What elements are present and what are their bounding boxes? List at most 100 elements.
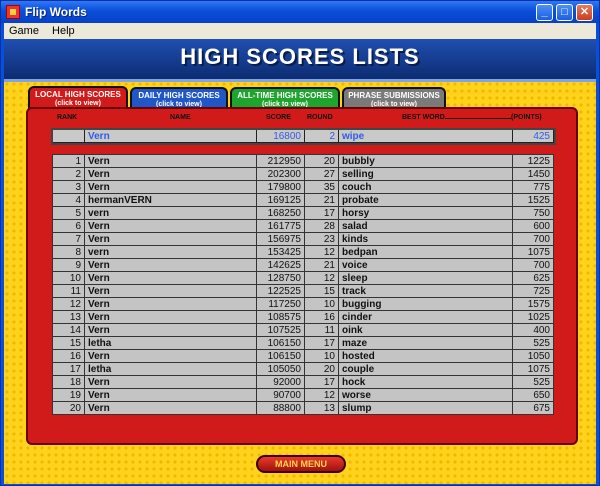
minimize-button[interactable]: _: [536, 4, 553, 21]
cell-round: 15: [304, 284, 339, 298]
cell-score: 122525: [256, 284, 305, 298]
table-row: 14 Vern 107525 11 oink 400: [52, 323, 554, 337]
cell-word: couple: [338, 362, 513, 376]
cell-score: 117250: [256, 297, 305, 311]
table-row: 1 Vern 212950 20 bubbly 1225: [52, 154, 554, 168]
cell-rank: 18: [52, 375, 85, 389]
cell-round: 21: [304, 193, 339, 207]
tab-phrase-submissions[interactable]: PHRASE SUBMISSIONS (click to view): [342, 87, 446, 109]
cell-rank: 16: [52, 349, 85, 363]
cell-word: horsy: [338, 206, 513, 220]
maximize-button[interactable]: □: [556, 4, 573, 21]
table-row: 15 letha 106150 17 maze 525: [52, 336, 554, 350]
menu-bar: Game Help: [4, 23, 596, 39]
table-row: 5 vern 168250 17 horsy 750: [52, 206, 554, 220]
cell-word: oink: [338, 323, 513, 337]
cell-word: bugging: [338, 297, 513, 311]
table-row: 3 Vern 179800 35 couch 775: [52, 180, 554, 194]
tab-label: PHRASE SUBMISSIONS: [348, 91, 440, 100]
cell-word: sleep: [338, 271, 513, 285]
tab-all-time-high-scores[interactable]: ALL-TIME HIGH SCORES (click to view): [230, 87, 340, 109]
cell-word: bedpan: [338, 245, 513, 259]
column-header-best-word: BEST WORD: [402, 114, 445, 121]
cell-rank: 20: [52, 401, 85, 415]
menu-game[interactable]: Game: [4, 23, 44, 39]
cell-name: Vern: [84, 258, 257, 272]
cell-points: 1050: [512, 349, 554, 363]
tab-local-high-scores[interactable]: LOCAL HIGH SCORES (click to view): [28, 86, 128, 109]
cell-word: hosted: [338, 349, 513, 363]
cell-name: Vern: [84, 167, 257, 181]
cell-points: 1225: [512, 154, 554, 168]
cell-rank: 11: [52, 284, 85, 298]
menu-help[interactable]: Help: [47, 23, 80, 39]
cell-rank: 3: [52, 180, 85, 194]
cell-rank: 8: [52, 245, 85, 259]
cell-points: 725: [512, 284, 554, 298]
tab-daily-high-scores[interactable]: DAILY HIGH SCORES (click to view): [130, 87, 228, 109]
banner: HIGH SCORES LISTS: [4, 39, 596, 82]
cell-word: cinder: [338, 310, 513, 324]
cell-rank: 10: [52, 271, 85, 285]
cell-name: Vern: [84, 232, 257, 246]
cell-rank: 2: [52, 167, 85, 181]
cell-points: 1075: [512, 245, 554, 259]
cell-name: Vern: [84, 219, 257, 233]
column-header-points: (POINTS): [511, 114, 542, 121]
cell-round: 17: [304, 336, 339, 350]
cell-score: 88800: [256, 401, 305, 415]
cell-name: Vern: [84, 310, 257, 324]
cell-points: 1575: [512, 297, 554, 311]
title-bar[interactable]: Flip Words _ □ ✕: [1, 1, 599, 23]
cell-round: 17: [304, 206, 339, 220]
cell-points: 1075: [512, 362, 554, 376]
close-button[interactable]: ✕: [576, 4, 593, 21]
cell-word: selling: [338, 167, 513, 181]
table-row: 6 Vern 161775 28 salad 600: [52, 219, 554, 233]
cell-points: 625: [512, 271, 554, 285]
cell-round: 11: [304, 323, 339, 337]
main-menu-button[interactable]: MAIN MENU: [256, 455, 346, 473]
table-row: 19 Vern 90700 12 worse 650: [52, 388, 554, 402]
cell-score: 153425: [256, 245, 305, 259]
high-scores-rows: 1 Vern 212950 20 bubbly 1225 2 Vern 202300 27 sell…: [52, 154, 554, 415]
cell-word: slump: [338, 401, 513, 415]
cell-rank: 9: [52, 258, 85, 272]
cell-round: 10: [304, 349, 339, 363]
page-title: HIGH SCORES LISTS: [180, 44, 420, 69]
table-row: 10 Vern 128750 12 sleep 625: [52, 271, 554, 285]
cell-points: 650: [512, 388, 554, 402]
cell-word: worse: [338, 388, 513, 402]
cell-round: 20: [304, 362, 339, 376]
cell-round: 12: [304, 388, 339, 402]
table-row: 11 Vern 122525 15 track 725: [52, 284, 554, 298]
table-row: 2 Vern 202300 27 selling 1450: [52, 167, 554, 181]
cell-points: 700: [512, 232, 554, 246]
cell-score: 169125: [256, 193, 305, 207]
cell-points: 750: [512, 206, 554, 220]
cell-rank: 5: [52, 206, 85, 220]
cell-score: 105050: [256, 362, 305, 376]
cell-word: probate: [338, 193, 513, 207]
table-row: 18 Vern 92000 17 hock 525: [52, 375, 554, 389]
cell-name: Vern: [84, 129, 257, 143]
cell-rank: 12: [52, 297, 85, 311]
high-scores-table: 1 Vern 212950 20 bubbly 1225 2 Vern 202300 27 sell…: [52, 154, 554, 415]
cell-word: salad: [338, 219, 513, 233]
cell-round: 35: [304, 180, 339, 194]
cell-word: maze: [338, 336, 513, 350]
cell-score: 90700: [256, 388, 305, 402]
cell-score: 128750: [256, 271, 305, 285]
cell-name: Vern: [84, 284, 257, 298]
cell-score: 108575: [256, 310, 305, 324]
table-row: 8 vern 153425 12 bedpan 1075: [52, 245, 554, 259]
current-score-row: Vern 16800 2 wipe 425: [50, 127, 556, 145]
table-row: 4 hermanVERN 169125 21 probate 1525: [52, 193, 554, 207]
cell-round: 10: [304, 297, 339, 311]
column-header-round: ROUND: [307, 114, 333, 121]
column-header-divider: [445, 118, 511, 119]
cell-points: 400: [512, 323, 554, 337]
cell-rank: 13: [52, 310, 85, 324]
cell-rank: 6: [52, 219, 85, 233]
cell-round: 17: [304, 375, 339, 389]
